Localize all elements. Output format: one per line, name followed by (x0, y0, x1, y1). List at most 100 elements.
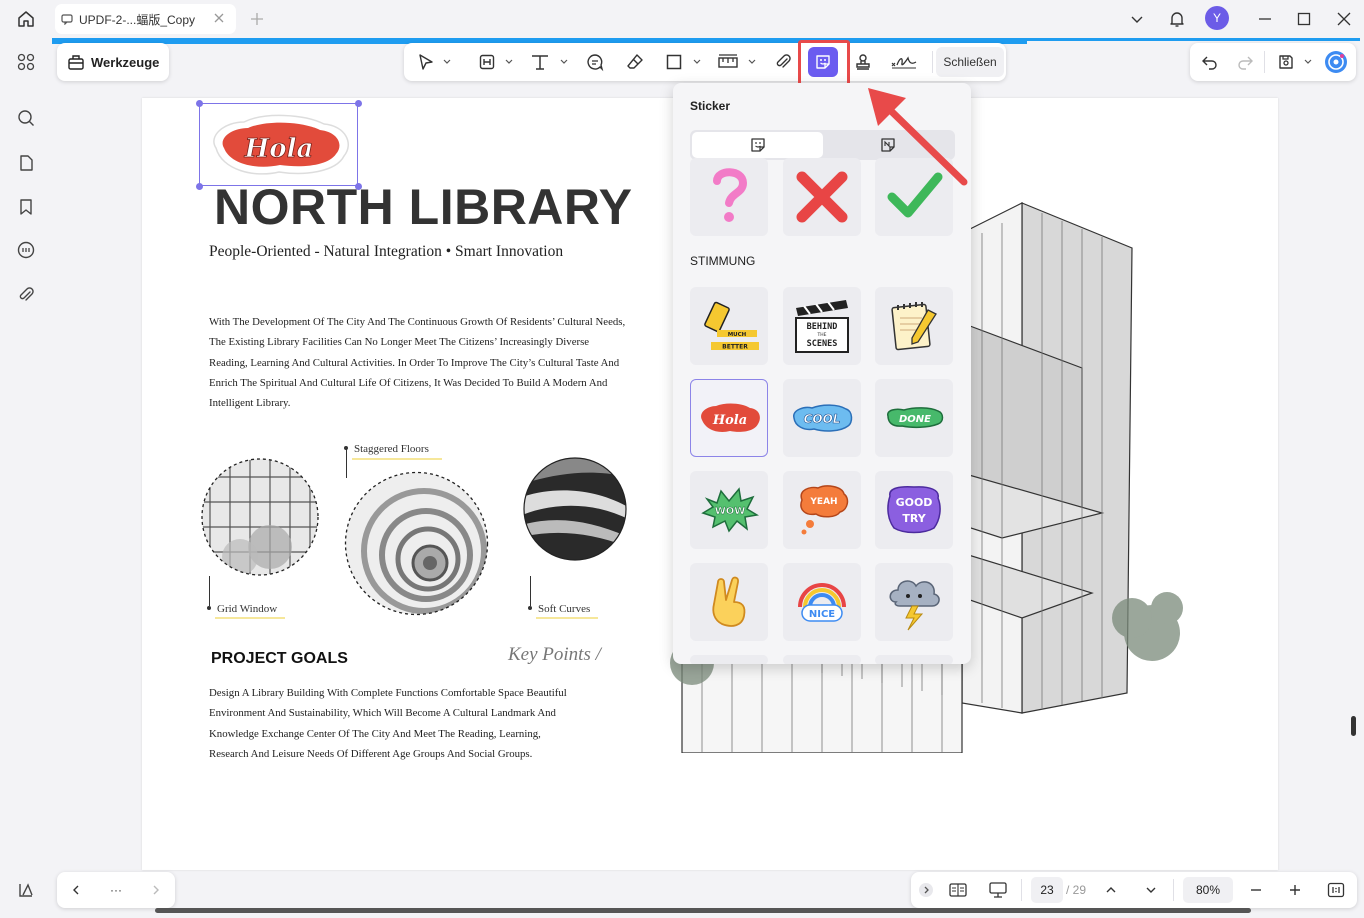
search-icon[interactable] (13, 105, 39, 131)
sticker-wow[interactable]: WOW (690, 471, 768, 549)
chevron-down-icon[interactable] (747, 58, 757, 66)
question-mark-icon (713, 168, 748, 222)
sticker-cool[interactable]: COOL (783, 379, 861, 457)
rectangle-icon[interactable] (662, 50, 686, 74)
comment-icon (61, 13, 73, 25)
home-icon[interactable] (13, 6, 39, 32)
soft-curves-photo (522, 457, 628, 561)
title-bar: UPDF-2-...蝠版_Copy Y (0, 0, 1364, 38)
tab-stickers[interactable] (692, 132, 823, 158)
page-total: / 29 (1066, 883, 1087, 897)
sticker-cross[interactable] (783, 158, 861, 236)
chevron-down-icon[interactable] (442, 58, 452, 66)
zoom-out-icon[interactable] (1245, 879, 1267, 901)
ai-assistant-icon[interactable] (1324, 50, 1348, 74)
chevron-down-icon[interactable] (692, 58, 702, 66)
caption-dot (344, 446, 348, 450)
signature-icon[interactable] (890, 50, 918, 74)
red-arrow-annotation (868, 88, 968, 186)
more-pages-button[interactable]: ··· (105, 879, 127, 901)
sticker-yeah[interactable]: YEAH (783, 471, 861, 549)
select-cursor-icon[interactable] (414, 50, 438, 74)
horizontal-scrollbar[interactable] (155, 908, 1251, 913)
collapse-icon[interactable] (915, 879, 937, 901)
sticker-good-try[interactable]: GOOD TRY (875, 471, 953, 549)
svg-text:THE: THE (817, 332, 827, 338)
close-tab-icon[interactable] (212, 11, 226, 25)
resize-handle[interactable] (196, 183, 203, 190)
layers-icon[interactable] (13, 877, 39, 903)
sticker-notepad[interactable] (875, 287, 953, 365)
toolbox-icon (67, 53, 85, 71)
svg-text:COOL: COOL (804, 412, 841, 426)
svg-text:NICE: NICE (809, 609, 835, 620)
attachment-icon[interactable] (13, 282, 39, 308)
toolbar-divider (1021, 879, 1022, 901)
svg-text:BETTER: BETTER (722, 344, 748, 351)
minimize-icon[interactable] (1252, 6, 1278, 32)
close-window-icon[interactable] (1331, 6, 1357, 32)
presentation-icon[interactable] (987, 879, 1009, 901)
intro-paragraph: With The Development Of The City And The… (209, 316, 626, 410)
sticker-hola[interactable]: Hola (690, 379, 768, 457)
zoom-level[interactable]: 80% (1183, 877, 1233, 903)
maximize-icon[interactable] (1291, 6, 1317, 32)
sticker-peace-hand[interactable] (690, 563, 768, 641)
redo-icon[interactable] (1233, 50, 1257, 74)
sticker-panel-title: Sticker (690, 99, 731, 113)
caption-underline (215, 617, 285, 619)
chevron-down-icon[interactable] (1124, 6, 1150, 32)
pages-icon[interactable] (13, 150, 39, 176)
new-tab-icon[interactable] (244, 6, 270, 32)
caption-underline (536, 617, 598, 619)
sticker-nice[interactable]: NICE (783, 563, 861, 641)
history-toolbar (1190, 43, 1356, 81)
undo-icon[interactable] (1198, 50, 1222, 74)
sticker-done[interactable]: DONE (875, 379, 953, 457)
measure-icon[interactable] (716, 50, 740, 74)
bookmark-icon[interactable] (13, 194, 39, 220)
caption-dot (207, 606, 211, 610)
cross-icon (796, 171, 848, 223)
zoom-in-icon[interactable] (1284, 879, 1306, 901)
chevron-left-icon[interactable] (65, 879, 87, 901)
chevron-down-icon[interactable] (1303, 58, 1313, 66)
resize-handle[interactable] (355, 100, 362, 107)
comment-icon[interactable] (583, 50, 607, 74)
sticker-question[interactable] (690, 158, 768, 236)
stamp-icon[interactable] (851, 50, 875, 74)
chevron-down-icon[interactable] (504, 58, 514, 66)
chevron-down-icon[interactable] (559, 58, 569, 66)
save-icon[interactable] (1274, 50, 1298, 74)
actual-size-icon[interactable] (1325, 879, 1347, 901)
tools-button[interactable]: Werkzeuge (57, 43, 169, 81)
chevron-right-icon[interactable] (145, 879, 167, 901)
thumbnails-icon[interactable] (13, 49, 39, 75)
page-number-input[interactable]: 23 (1031, 877, 1063, 903)
svg-text:BEHIND: BEHIND (807, 322, 838, 332)
eraser-icon[interactable] (623, 50, 647, 74)
avatar[interactable]: Y (1205, 6, 1229, 30)
left-sidebar (0, 38, 52, 918)
attachment-icon[interactable] (771, 50, 795, 74)
chevron-down-icon[interactable] (1140, 879, 1162, 901)
sticker-behind-the-scenes[interactable]: BEHIND THE SCENES (783, 287, 861, 365)
sticker-cell[interactable] (875, 655, 953, 664)
selection-box[interactable] (199, 103, 358, 186)
vertical-scrollbar[interactable] (1351, 716, 1356, 736)
page-layout-icon[interactable] (947, 879, 969, 901)
sticker-much-better[interactable]: MUCH BETTER (690, 287, 768, 365)
sticker-cell[interactable] (783, 655, 861, 664)
comments-icon[interactable] (13, 237, 39, 263)
page-nav-left: ··· (57, 872, 175, 908)
text-box-icon[interactable] (475, 50, 499, 74)
goals-paragraph: Design A Library Building With Complete … (209, 687, 567, 760)
bell-icon[interactable] (1164, 6, 1190, 32)
resize-handle[interactable] (196, 100, 203, 107)
sticker-storm-cloud[interactable] (875, 563, 953, 641)
text-icon[interactable] (528, 50, 552, 74)
sticker-cell[interactable] (690, 655, 768, 664)
document-tab[interactable]: UPDF-2-...蝠版_Copy (55, 4, 236, 34)
chevron-up-icon[interactable] (1100, 879, 1122, 901)
close-toolbar-button[interactable]: Schließen (936, 47, 1004, 77)
